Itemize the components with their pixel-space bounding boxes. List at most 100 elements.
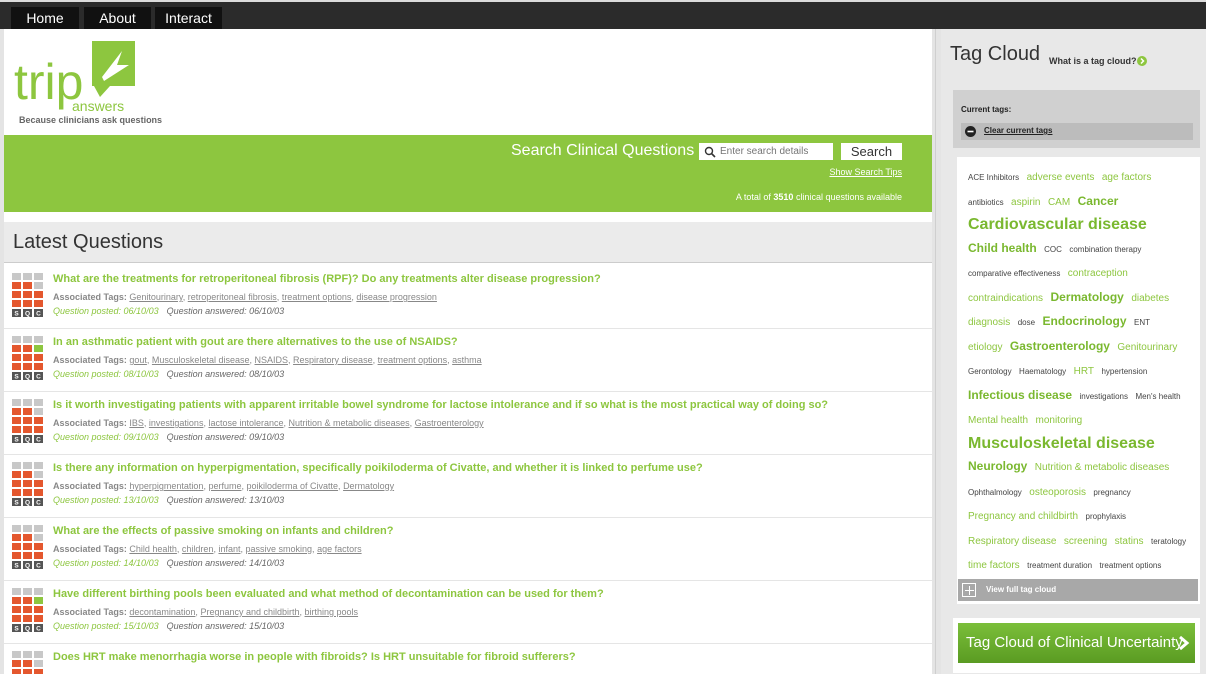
trip-answers-logo[interactable]: trip answers [14,41,144,116]
what-is-tag-cloud-link[interactable]: What is a tag cloud? [1049,56,1137,66]
tag-cloud-item[interactable]: time factors [968,560,1020,571]
question-title-link[interactable]: In an asthmatic patient with gout are th… [53,336,458,348]
tag-cloud-item[interactable]: dose [1018,318,1035,327]
tag-cloud-item[interactable]: Endocrinology [1043,314,1127,328]
tag-cloud-item[interactable]: Cancer [1078,194,1119,208]
tag-link[interactable]: lactose intolerance [208,418,283,428]
tag-link[interactable]: Nutrition & metabolic diseases [289,418,410,428]
tag-link[interactable]: treatment options [378,355,448,365]
question-posted-date: Question posted: 09/10/03 [53,432,159,442]
tag-cloud-item[interactable]: ACE Inhibitors [968,173,1019,182]
nav-about-button[interactable]: About [84,7,151,29]
tag-cloud-item[interactable]: Nutrition & metabolic diseases [1035,462,1170,473]
tag-cloud-item[interactable]: Pregnancy and childbirth [968,511,1078,522]
nav-home-button[interactable]: Home [11,7,79,29]
question-title-link[interactable]: Have different birthing pools been evalu… [53,588,604,600]
tag-cloud-item[interactable]: investigations [1080,392,1128,401]
view-full-tag-cloud-button[interactable]: View full tag cloud [958,579,1198,601]
tag-link[interactable]: Respiratory disease [293,355,373,365]
tag-link[interactable]: age factors [317,544,362,554]
tag-cloud-item[interactable]: combination therapy [1069,245,1141,254]
tag-link[interactable]: children [182,544,214,554]
tag-cloud-item[interactable]: comparative effectiveness [968,269,1060,278]
search-button[interactable]: Search [841,143,902,160]
minus-circle-icon [965,126,976,137]
nav-interact-button[interactable]: Interact [155,7,222,29]
tag-cloud-item[interactable]: etiology [968,342,1002,353]
tag-link[interactable]: infant [218,544,240,554]
tag-cloud-item[interactable]: osteoporosis [1029,487,1086,498]
tag-link[interactable]: Musculoskeletal disease [152,355,250,365]
search-input[interactable] [699,143,833,160]
tag-cloud-item[interactable]: HRT [1074,366,1094,377]
tag-link[interactable]: IBS [129,418,144,428]
tag-link[interactable]: disease progression [356,292,437,302]
tag-cloud-item[interactable]: treatment options [1100,561,1162,570]
tag-cloud-item[interactable]: age factors [1102,172,1151,183]
tag-link[interactable]: Pregnancy and childbirth [200,607,299,617]
tag-cloud-item[interactable]: diagnosis [968,317,1010,328]
question-title-link[interactable]: Is it worth investigating patients with … [53,399,828,411]
tag-cloud-item[interactable]: Respiratory disease [968,536,1056,547]
tag-cloud-item[interactable]: treatment duration [1027,561,1092,570]
tag-link[interactable]: perfume [208,481,241,491]
tag-cloud-item[interactable]: screening [1064,536,1107,547]
tag-cloud-item[interactable]: teratology [1151,537,1186,546]
tag-cloud-item[interactable]: Cardiovascular disease [968,216,1147,233]
tag-link[interactable]: Gastroenterology [415,418,484,428]
tag-cloud-item[interactable]: Infectious disease [968,388,1072,402]
tag-cloud-item[interactable]: prophylaxis [1086,512,1126,521]
tag-cloud-item[interactable]: antibiotics [968,198,1004,207]
show-search-tips-link[interactable]: Show Search Tips [829,167,902,177]
tag-cloud-item[interactable]: pregnancy [1093,488,1130,497]
question-answered-date: Question answered: 09/10/03 [166,432,285,442]
tag-cloud-item[interactable]: hypertension [1101,367,1147,376]
tag-cloud-item[interactable]: Haematology [1019,367,1066,376]
tag-link[interactable]: passive smoking [246,544,313,554]
tag-link[interactable]: retroperitoneal fibrosis [188,292,277,302]
tag-link[interactable]: NSAIDS [255,355,289,365]
question-title-link[interactable]: What are the effects of passive smoking … [53,525,393,537]
clear-current-tags-link[interactable]: Clear current tags [984,126,1052,135]
tag-cloud-item[interactable]: COC [1044,245,1062,254]
tag-link[interactable]: decontamination [129,607,195,617]
tag-cloud-item[interactable]: adverse events [1027,172,1095,183]
tag-cloud-item[interactable]: Gastroenterology [1010,339,1110,353]
svg-text:Q: Q [25,626,30,633]
tag-cloud-item[interactable]: Ophthalmology [968,488,1022,497]
tag-cloud-item[interactable]: Child health [968,241,1037,255]
tag-link[interactable]: treatment options [282,292,352,302]
tag-cloud-item[interactable]: contraindications [968,293,1043,304]
tag-link[interactable]: asthma [452,355,482,365]
tag-link[interactable]: investigations [149,418,204,428]
tag-cloud-item[interactable]: CAM [1048,197,1070,208]
clear-tags-bar[interactable]: Clear current tags [961,123,1193,140]
tag-cloud-item[interactable]: Genitourinary [1117,342,1177,353]
question-title-link[interactable]: What are the treatments for retroperiton… [53,273,601,285]
tag-cloud-item[interactable]: Dermatology [1051,290,1124,304]
tag-cloud-item[interactable]: Musculoskeletal disease [968,435,1155,452]
tag-cloud-item[interactable]: aspirin [1011,197,1040,208]
tag-cloud-item[interactable]: statins [1115,536,1144,547]
tag-cloud-item[interactable]: Mental health [968,415,1028,426]
tag-cloud-uncertainty-button[interactable]: Tag Cloud of Clinical Uncertainty [958,623,1195,663]
associated-tags: Associated Tags: Genitourinary, retroper… [53,292,437,302]
tag-cloud-item[interactable]: ENT [1134,318,1150,327]
tag-link[interactable]: gout [129,355,147,365]
tag-cloud-item[interactable]: Men's health [1135,392,1180,401]
tag-cloud-item[interactable]: Neurology [968,459,1027,473]
question-title-link[interactable]: Does HRT make menorrhagia worse in peopl… [53,651,576,663]
tag-cloud-item[interactable]: monitoring [1036,415,1083,426]
tag-link[interactable]: hyperpigmentation [129,481,203,491]
tag-cloud-item[interactable]: contraception [1068,268,1128,279]
tag-link[interactable]: birthing pools [305,607,359,617]
tag-cloud-item[interactable]: Gerontology [968,367,1012,376]
tag-link[interactable]: Child health [129,544,177,554]
tag-link[interactable]: Genitourinary [129,292,182,302]
svg-text:S: S [14,437,19,444]
tagline: Because clinicians ask questions [19,115,163,125]
tag-cloud-item[interactable]: diabetes [1131,293,1169,304]
question-title-link[interactable]: Is there any information on hyperpigment… [53,462,703,474]
tag-link[interactable]: Dermatology [343,481,394,491]
tag-link[interactable]: poikiloderma of Civatte [247,481,339,491]
